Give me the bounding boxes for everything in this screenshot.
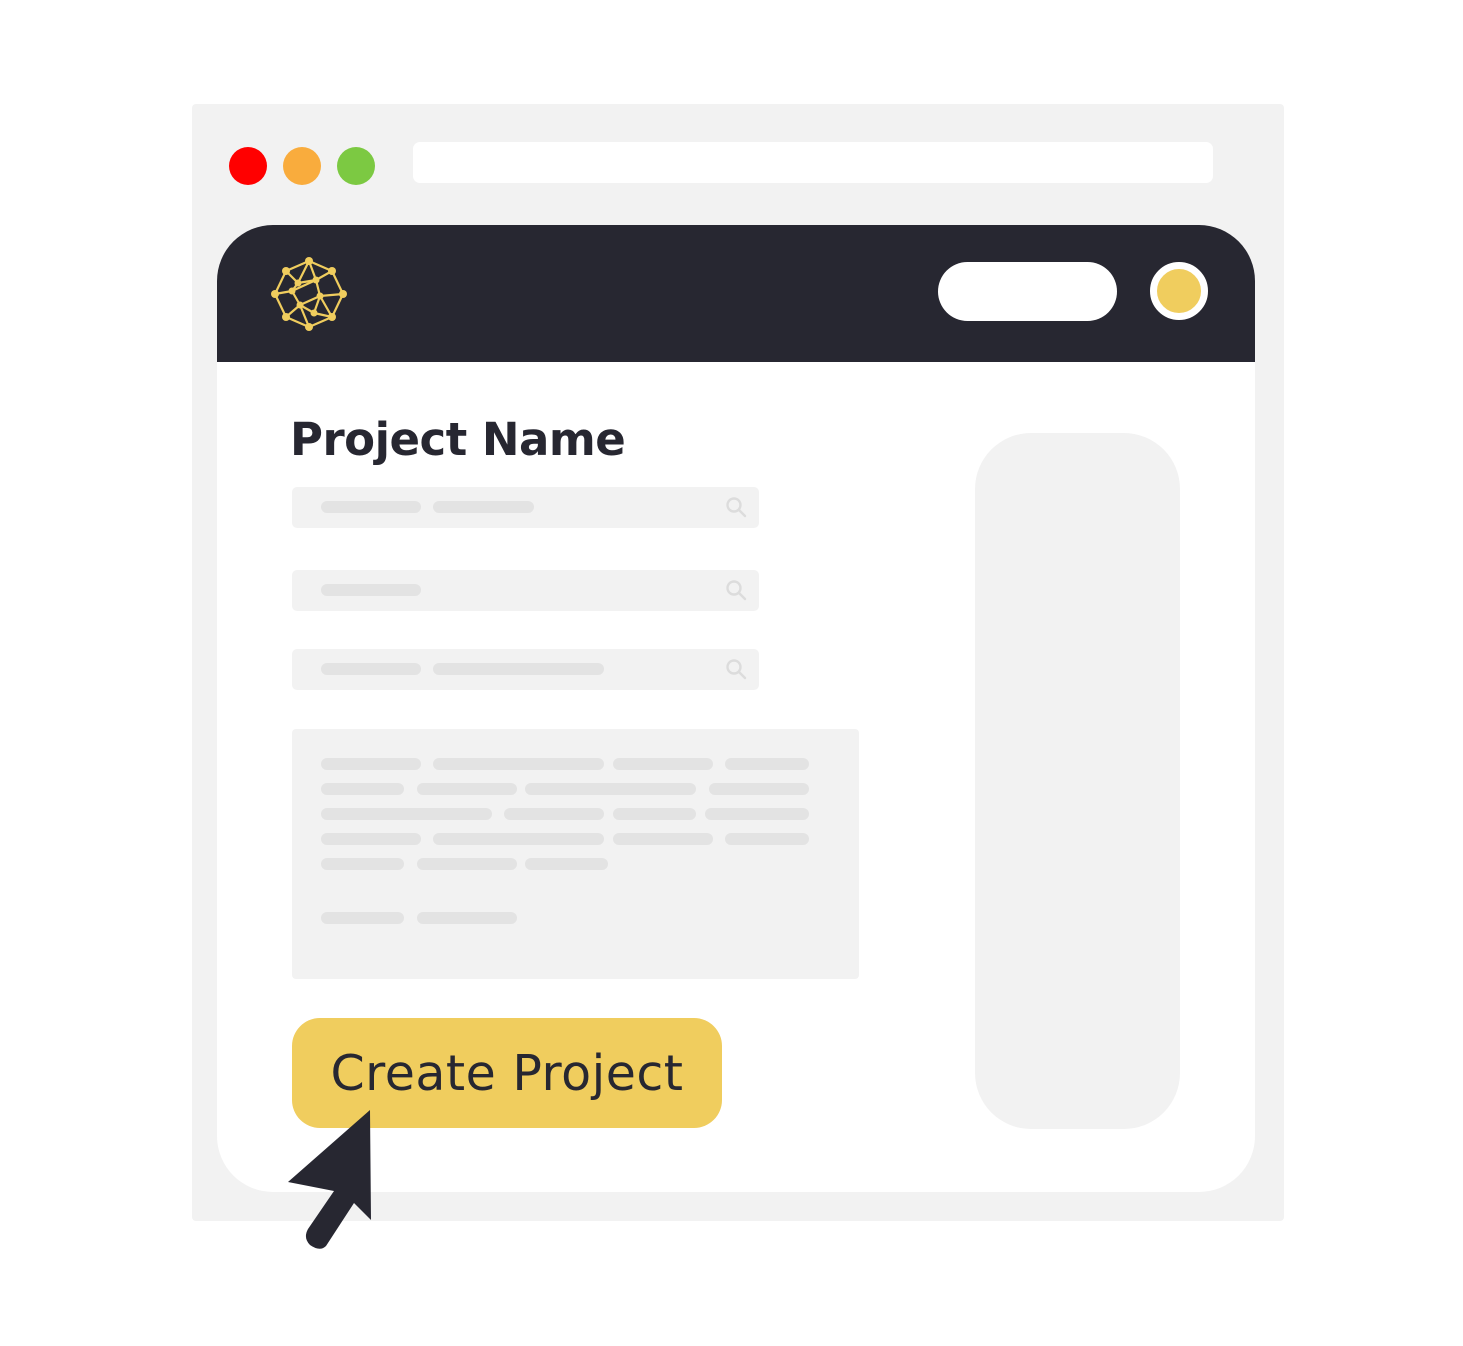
placeholder-line — [613, 833, 713, 845]
side-panel — [975, 433, 1180, 1129]
placeholder-line — [321, 912, 404, 924]
placeholder-line — [417, 912, 517, 924]
placeholder-line — [433, 833, 604, 845]
placeholder-line — [433, 663, 604, 675]
placeholder-line — [613, 758, 713, 770]
placeholder-line — [321, 501, 421, 513]
placeholder-line — [417, 858, 517, 870]
network-globe-icon[interactable] — [270, 255, 348, 333]
browser-window: Project Name Create Project — [192, 104, 1284, 1221]
search-icon[interactable] — [725, 579, 747, 601]
header-search-pill[interactable] — [938, 262, 1117, 321]
mouse-pointer-icon — [288, 1110, 371, 1249]
app-header — [217, 225, 1255, 362]
description-textarea[interactable] — [292, 729, 859, 979]
placeholder-line — [433, 501, 534, 513]
placeholder-line — [705, 808, 809, 820]
placeholder-line — [321, 833, 421, 845]
placeholder-line — [613, 808, 696, 820]
placeholder-line — [321, 584, 421, 596]
placeholder-line — [709, 783, 809, 795]
placeholder-line — [321, 783, 404, 795]
page-title: Project Name — [290, 413, 626, 466]
window-maximize-button[interactable] — [337, 147, 375, 185]
project-field-2[interactable] — [292, 570, 759, 611]
placeholder-line — [433, 758, 604, 770]
avatar[interactable] — [1150, 262, 1208, 320]
placeholder-line — [504, 808, 604, 820]
project-field-3[interactable] — [292, 649, 759, 690]
placeholder-line — [321, 808, 492, 820]
app-frame: Project Name Create Project — [217, 225, 1255, 1192]
window-close-button[interactable] — [229, 147, 267, 185]
search-icon[interactable] — [725, 658, 747, 680]
placeholder-line — [321, 858, 404, 870]
placeholder-line — [321, 663, 421, 675]
placeholder-line — [725, 833, 809, 845]
placeholder-line — [417, 783, 517, 795]
project-field-1[interactable] — [292, 487, 759, 528]
address-bar[interactable] — [413, 142, 1213, 183]
placeholder-line — [725, 758, 809, 770]
placeholder-line — [525, 858, 608, 870]
search-icon[interactable] — [725, 496, 747, 518]
placeholder-line — [321, 758, 421, 770]
window-minimize-button[interactable] — [283, 147, 321, 185]
placeholder-line — [525, 783, 696, 795]
